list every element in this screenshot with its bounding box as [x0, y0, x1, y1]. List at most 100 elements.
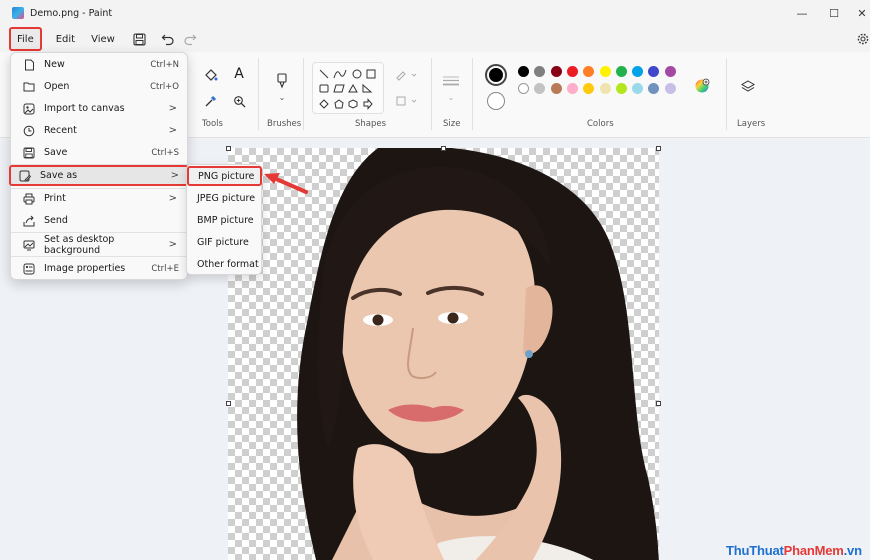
palette-swatch[interactable] [599, 66, 611, 77]
current-color-2[interactable] [487, 92, 505, 110]
edit-colors-icon[interactable] [693, 77, 711, 95]
resize-handle-tc[interactable] [441, 146, 446, 151]
clock-icon [18, 125, 40, 137]
palette-swatch[interactable] [632, 66, 644, 77]
properties-icon [18, 263, 40, 275]
palette-swatch[interactable] [632, 83, 644, 94]
ribbon-separator [472, 58, 473, 130]
palette-swatch[interactable] [566, 66, 578, 77]
watermark-part-1: ThuThuat [726, 543, 784, 558]
palette-swatch[interactable] [648, 66, 660, 77]
file-menu-item-print[interactable]: Print > [15, 188, 185, 209]
menu-item-label: Save [44, 147, 68, 158]
layers-icon[interactable] [738, 78, 758, 96]
save-as-other-format[interactable]: Other format [188, 254, 260, 274]
import-icon [18, 103, 40, 115]
brush-icon[interactable] [273, 70, 291, 92]
chevron-down-icon[interactable]: ⌄ [445, 92, 457, 102]
shape-fill-icon[interactable] [394, 94, 420, 108]
file-menu-item-new[interactable]: New Ctrl+N [15, 54, 185, 75]
palette-swatch[interactable] [664, 83, 676, 94]
menu-edit[interactable]: Edit [48, 28, 83, 50]
palette-swatch[interactable] [648, 83, 660, 94]
chevron-right-icon: > [170, 170, 179, 181]
palette-swatch[interactable] [534, 66, 546, 77]
fill-bucket-icon[interactable] [202, 66, 220, 84]
save-icon [18, 147, 40, 159]
portrait-image [297, 148, 659, 560]
palette-swatch[interactable] [615, 83, 627, 94]
menu-divider [11, 256, 187, 257]
current-color-1-swatch [489, 68, 503, 82]
chevron-right-icon: > [168, 125, 177, 136]
text-tool-icon[interactable]: A [230, 65, 248, 83]
file-menu-item-image-properties[interactable]: Image properties Ctrl+E [15, 258, 185, 279]
group-label-shapes: Shapes [355, 119, 387, 129]
resize-handle-ml[interactable] [226, 401, 231, 406]
save-as-bmp[interactable]: BMP picture [188, 210, 260, 230]
current-color-1[interactable] [485, 64, 507, 86]
file-menu-item-recent[interactable]: Recent > [15, 120, 185, 141]
close-button[interactable]: ✕ [846, 0, 870, 26]
new-file-icon [18, 59, 40, 71]
shapes-gallery[interactable] [312, 62, 384, 114]
palette-swatch[interactable] [550, 66, 562, 77]
group-label-tools: Tools [202, 119, 223, 129]
file-menu-dropdown: New Ctrl+N Open Ctrl+O Import to canvas … [9, 52, 189, 280]
palette-swatch[interactable] [664, 66, 676, 77]
menu-item-label: New [44, 59, 65, 70]
chevron-down-icon[interactable]: ⌄ [276, 92, 288, 102]
palette-swatch[interactable] [583, 66, 595, 77]
magnifier-icon[interactable] [230, 92, 248, 110]
save-icon[interactable] [129, 28, 151, 50]
group-label-layers: Layers [737, 119, 766, 129]
color-palette [518, 66, 683, 106]
stroke-size-icon[interactable] [441, 74, 461, 88]
ribbon-separator [258, 58, 259, 130]
group-label-colors: Colors [587, 119, 614, 129]
save-as-jpeg[interactable]: JPEG picture [188, 188, 260, 208]
resize-handle-tr[interactable] [656, 146, 661, 151]
minimize-button[interactable]: — [786, 0, 818, 26]
file-menu-item-import[interactable]: Import to canvas > [15, 98, 185, 119]
palette-swatch[interactable] [518, 83, 529, 94]
menu-view[interactable]: View [83, 28, 123, 50]
menu-item-label: Print [44, 193, 66, 204]
file-menu-item-send[interactable]: Send [15, 210, 185, 231]
redo-icon[interactable] [179, 28, 201, 50]
menu-item-label: Save as [40, 170, 78, 181]
shape-outline-icon[interactable] [394, 68, 420, 82]
save-as-png[interactable]: PNG picture [187, 166, 262, 186]
palette-swatch[interactable] [534, 83, 546, 94]
palette-swatch[interactable] [615, 66, 627, 77]
menu-item-shortcut: Ctrl+E [151, 263, 179, 274]
file-menu-item-save-as[interactable]: Save as > [9, 165, 189, 186]
chevron-right-icon: > [168, 193, 177, 204]
palette-swatch[interactable] [518, 66, 529, 77]
color-picker-icon[interactable] [202, 92, 220, 110]
menu-bar: File Edit View [0, 26, 870, 52]
palette-swatch[interactable] [566, 83, 578, 94]
resize-handle-tl[interactable] [226, 146, 231, 151]
file-menu-item-set-desktop-background[interactable]: Set as desktop background > [15, 233, 185, 256]
menu-item-shortcut: Ctrl+S [151, 147, 179, 158]
menu-item-shortcut: Ctrl+O [150, 81, 179, 92]
menu-item-label: Set as desktop background [44, 233, 115, 256]
palette-swatch[interactable] [599, 83, 611, 94]
file-menu-item-open[interactable]: Open Ctrl+O [15, 76, 185, 97]
menu-file[interactable]: File [9, 27, 42, 51]
ribbon-separator [431, 58, 432, 130]
canvas[interactable] [228, 148, 659, 560]
undo-icon[interactable] [157, 28, 179, 50]
save-as-gif[interactable]: GIF picture [188, 232, 260, 252]
menu-item-label: Recent [44, 125, 77, 136]
file-menu-item-save[interactable]: Save Ctrl+S [15, 142, 185, 163]
menu-item-label: Open [44, 81, 70, 92]
window-title: Demo.png - Paint [30, 7, 113, 19]
palette-swatch[interactable] [550, 83, 562, 94]
palette-swatch[interactable] [583, 83, 595, 94]
settings-gear-icon[interactable] [852, 28, 870, 50]
resize-handle-mr[interactable] [656, 401, 661, 406]
group-label-brushes: Brushes [267, 119, 302, 129]
chevron-right-icon: > [168, 239, 177, 250]
